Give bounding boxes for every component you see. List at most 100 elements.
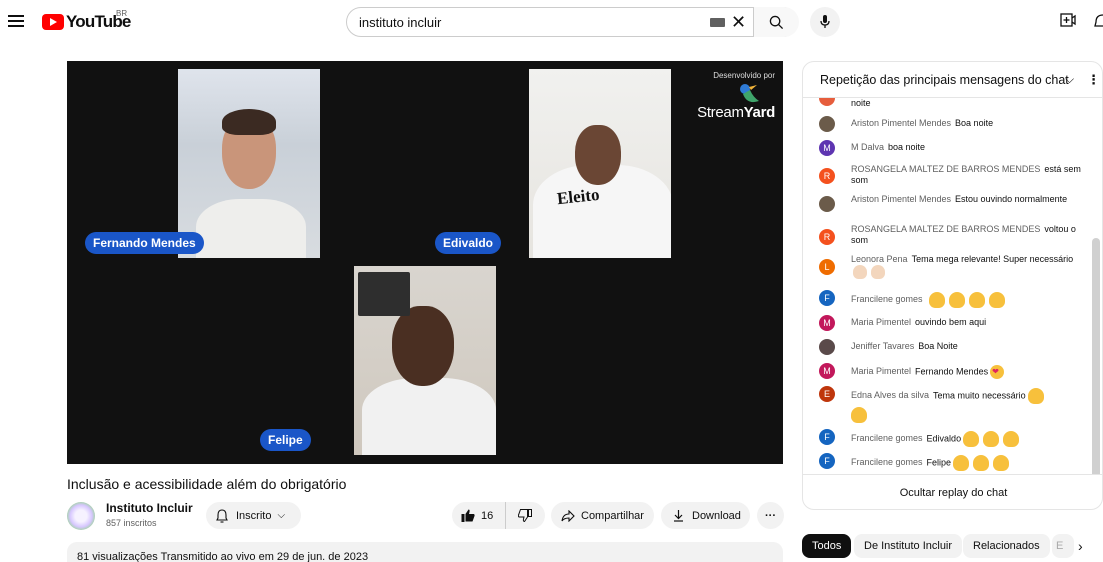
clapping-hands-emoji — [953, 455, 970, 471]
message-author: M Dalva — [851, 142, 885, 152]
chat-avatar[interactable]: F — [819, 429, 835, 445]
hide-chat-replay-button[interactable]: Ocultar replay do chat — [803, 474, 1102, 509]
share-button[interactable]: Compartilhar — [551, 502, 654, 529]
chat-scrollbar[interactable] — [1092, 238, 1100, 474]
clapping-hands-emoji — [851, 407, 867, 423]
chat-message-list[interactable]: noite Ariston Pimentel Mendes Boa noite M… — [803, 98, 1102, 474]
chat-avatar[interactable] — [819, 98, 835, 106]
message-content: Tema mega relevante! Super necessário — [911, 254, 1074, 264]
download-button[interactable]: Download — [661, 502, 750, 529]
heart-eyes-emoji — [990, 365, 1005, 379]
download-icon — [674, 510, 683, 522]
chat-avatar[interactable]: M — [819, 363, 835, 379]
message-content: Boa noite — [955, 118, 994, 128]
search-button[interactable] — [753, 7, 799, 37]
keyboard-icon[interactable] — [710, 18, 725, 27]
notifications-bell-icon[interactable] — [1094, 12, 1103, 35]
chat-avatar[interactable]: M — [819, 140, 835, 156]
participant-tile-edivaldo: Eleito — [529, 69, 671, 258]
clapping-hands-emoji — [1003, 431, 1020, 447]
clapping-hands-emoji — [928, 292, 945, 308]
chat-message-text: Francilene gomes Edivaldo — [851, 431, 1081, 447]
chevron-down-icon[interactable]: ⌵ — [1065, 72, 1074, 87]
clapping-hands-emoji — [963, 431, 980, 447]
participant-name-tag: Edivaldo — [435, 232, 502, 254]
search-input[interactable] — [359, 14, 699, 30]
message-author: Francilene gomes — [851, 457, 923, 468]
clapping-hands-emoji — [988, 292, 1005, 308]
clapping-hands-emoji — [968, 292, 985, 308]
search-bar: ✕ — [346, 7, 799, 37]
subscriber-count: 857 inscritos — [106, 518, 157, 528]
chat-avatar[interactable]: F — [819, 453, 835, 469]
person-hair — [222, 109, 276, 135]
download-label: Download — [692, 509, 741, 522]
chat-mode-selector[interactable]: Repetição das principais mensagens do ch… — [820, 73, 1069, 87]
menu-icon[interactable] — [8, 12, 24, 30]
chat-avatar[interactable]: R — [819, 229, 835, 245]
dislike-button[interactable] — [506, 502, 544, 529]
chat-message-text: Maria Pimentel ouvindo bem aqui — [851, 317, 1081, 328]
background-poster — [358, 272, 410, 316]
channel-name[interactable]: Instituto Incluir — [106, 501, 193, 515]
message-content: Tema muito necessário — [933, 390, 1026, 401]
chip-related[interactable]: Relacionados — [963, 534, 1050, 558]
message-author: Maria Pimentel — [851, 317, 912, 327]
participant-tile-fernando — [178, 69, 320, 258]
message-content: Boa Noite — [918, 341, 958, 351]
clear-search-icon[interactable]: ✕ — [731, 12, 746, 32]
clapping-hands-emoji — [973, 455, 990, 471]
streamyard-duck-icon — [740, 84, 759, 103]
chevron-down-icon: ⌵ — [277, 510, 286, 521]
streamyard-word-a: Stream — [697, 104, 744, 121]
chat-avatar[interactable] — [819, 116, 835, 132]
more-vertical-icon[interactable]: ⋮ — [1087, 72, 1100, 88]
chat-message-text: Maria Pimentel Fernando Mendes — [851, 365, 1081, 379]
chat-message-text: Jeniffer Tavares Boa Noite — [851, 341, 1081, 352]
chat-avatar[interactable]: M — [819, 315, 835, 331]
voice-search-button[interactable] — [810, 7, 840, 37]
person-body — [362, 378, 496, 455]
youtube-logo[interactable]: YouTube BR — [42, 9, 131, 32]
streamyard-word-b: Yard — [743, 104, 776, 121]
chip-partial[interactable]: E — [1052, 534, 1074, 558]
message-content: noite — [851, 98, 871, 108]
message-content: ouvindo bem aqui — [915, 317, 987, 327]
video-title: Inclusão e acessibilidade além do obriga… — [67, 476, 347, 492]
message-content: Felipe — [926, 457, 952, 468]
like-count: 16 — [481, 509, 494, 522]
message-author: Ariston Pimentel Mendes — [851, 194, 952, 204]
chat-header: Repetição das principais mensagens do ch… — [803, 62, 1102, 98]
chat-message-text: ROSANGELA MALTEZ DE BARROS MENDES voltou … — [851, 224, 1081, 246]
chat-avatar[interactable] — [819, 196, 835, 212]
view-count-and-date: 81 visualizações Transmitido ao vivo em … — [77, 551, 369, 562]
chevron-right-icon[interactable]: › — [1078, 538, 1083, 554]
subscribed-label: Inscrito — [236, 509, 272, 522]
message-author: ROSANGELA MALTEZ DE BARROS MENDES — [851, 164, 1041, 174]
chat-message-text: Ariston Pimentel Mendes Estou ouvindo nor… — [851, 194, 1081, 205]
more-actions-button[interactable]: ··· — [757, 502, 784, 529]
microphone-icon — [820, 15, 830, 28]
streamyard-wordmark: StreamYard — [697, 104, 775, 121]
message-author: Maria Pimentel — [851, 366, 912, 377]
chat-avatar[interactable]: R — [819, 168, 835, 184]
channel-avatar[interactable] — [67, 502, 95, 530]
chat-avatar[interactable]: E — [819, 386, 835, 402]
message-author: ROSANGELA MALTEZ DE BARROS MENDES — [851, 224, 1041, 234]
bell-icon — [216, 508, 228, 523]
person-head — [575, 125, 621, 185]
subscribed-button[interactable]: Inscrito ⌵ — [206, 502, 301, 529]
clapping-hands-emoji — [1027, 388, 1044, 404]
description-box[interactable]: 81 visualizações Transmitido ao vivo em … — [67, 542, 783, 562]
message-author: Francilene gomes — [851, 433, 923, 444]
chip-all[interactable]: Todos — [802, 534, 852, 558]
chat-avatar[interactable]: F — [819, 290, 835, 306]
video-player[interactable]: Eleito Fernando Mendes Edivaldo Felipe D… — [67, 61, 783, 464]
chip-from-channel[interactable]: De Instituto Incluir — [854, 534, 963, 558]
chat-avatar[interactable]: L — [819, 259, 835, 275]
thumbs-down-icon — [518, 509, 532, 522]
create-video-icon[interactable] — [1060, 13, 1076, 32]
participant-name-tag: Fernando Mendes — [85, 232, 204, 254]
chat-avatar[interactable] — [819, 339, 835, 355]
like-button[interactable]: 16 — [452, 502, 506, 529]
